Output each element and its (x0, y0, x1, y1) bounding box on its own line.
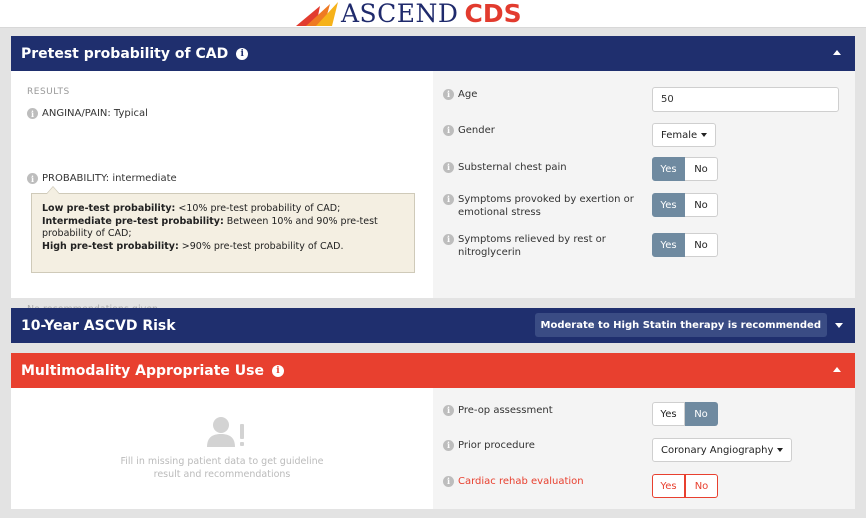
multimodality-panel-body: Fill in missing patient data to get guid… (11, 388, 855, 509)
tooltip-low: Low pre-test probability: <10% pre-test … (42, 203, 341, 214)
ascend-cds-logo: ASCEND CDS (296, 0, 522, 28)
multimodality-inputs: i Pre-op assessment Yes No i Prior proce… (433, 388, 855, 509)
ascvd-title: 10-Year ASCVD Risk (21, 317, 176, 334)
info-icon[interactable]: i (27, 173, 38, 184)
preop-no-button[interactable]: No (685, 402, 718, 426)
tooltip-intermediate: Intermediate pre-test probability: Betwe… (42, 215, 378, 240)
info-icon[interactable]: i (236, 47, 249, 60)
cardiac-rehab-no-button[interactable]: No (685, 474, 718, 498)
preop-label: i Pre-op assessment (443, 404, 643, 417)
cardiac-rehab-toggle: Yes No (652, 474, 718, 498)
info-icon[interactable]: i (443, 194, 454, 205)
logo-cds: CDS (464, 0, 522, 28)
relieved-yes-button[interactable]: Yes (652, 233, 685, 257)
probability-tooltip: Low pre-test probability: <10% pre-test … (31, 186, 415, 273)
exertion-no-button[interactable]: No (685, 193, 718, 217)
prior-procedure-label: i Prior procedure (443, 439, 643, 452)
probability-result: i PROBABILITY: intermediate (27, 173, 177, 184)
user-alert-icon (207, 417, 244, 447)
ascvd-panel-header[interactable]: 10-Year ASCVD Risk Moderate to High Stat… (11, 308, 855, 343)
cardiac-rehab-label: i Cardiac rehab evaluation (443, 475, 643, 488)
pretest-inputs: i Age i Gender Female i Substernal chest… (433, 71, 855, 298)
pretest-panel-header[interactable]: Pretest probability of CAD i (11, 36, 855, 71)
relieved-no-button[interactable]: No (685, 233, 718, 257)
pretest-panel-body: RESULTS i ANGINA/PAIN: Typical i PROBABI… (11, 71, 855, 315)
gender-dropdown[interactable]: Female (652, 123, 717, 147)
info-icon[interactable]: i (271, 364, 284, 377)
angina-result-text: ANGINA/PAIN: Typical (42, 108, 148, 119)
gender-label: i Gender (443, 124, 643, 137)
exertion-toggle: Yes No (652, 193, 718, 217)
preop-toggle: Yes No (652, 402, 718, 426)
chest-pain-yes-button[interactable]: Yes (652, 157, 685, 181)
ascvd-panel: 10-Year ASCVD Risk Moderate to High Stat… (11, 308, 855, 343)
age-input[interactable] (652, 87, 839, 112)
prior-procedure-dropdown[interactable]: Coronary Angiography (652, 438, 793, 462)
tooltip-high: High pre-test probability: >90% pre-test… (42, 240, 344, 252)
pretest-panel: Pretest probability of CAD i RESULTS i A… (11, 36, 855, 315)
info-icon[interactable]: i (443, 89, 454, 100)
multimodality-title: Multimodality Appropriate Use (21, 362, 264, 379)
statin-recommendation-badge: Moderate to High Statin therapy is recom… (534, 313, 827, 337)
info-icon[interactable]: i (443, 476, 454, 487)
chest-pain-no-button[interactable]: No (685, 157, 718, 181)
exertion-yes-button[interactable]: Yes (652, 193, 685, 217)
angina-result: i ANGINA/PAIN: Typical (27, 108, 148, 119)
caret-down-icon (701, 133, 708, 137)
caret-down-icon (777, 448, 784, 452)
chevron-down-icon[interactable] (835, 323, 843, 328)
preop-yes-button[interactable]: Yes (652, 402, 685, 426)
age-label: i Age (443, 88, 643, 101)
info-icon[interactable]: i (443, 125, 454, 136)
cardiac-rehab-yes-button[interactable]: Yes (652, 474, 685, 498)
chest-pain-label: i Substernal chest pain (443, 161, 643, 174)
multimodality-panel-header[interactable]: Multimodality Appropriate Use i (11, 353, 855, 388)
top-bar: ASCEND CDS (0, 0, 866, 28)
info-icon[interactable]: i (443, 405, 454, 416)
wing-logo-icon (296, 2, 338, 26)
relieved-label: i Symptoms relieved by rest or nitroglyc… (443, 233, 643, 259)
probability-result-text: PROBABILITY: intermediate (42, 173, 177, 184)
chevron-up-icon[interactable] (833, 367, 841, 372)
info-icon[interactable]: i (443, 440, 454, 451)
info-icon[interactable]: i (27, 108, 38, 119)
relieved-toggle: Yes No (652, 233, 718, 257)
exertion-label: i Symptoms provoked by exertion or emoti… (443, 193, 643, 219)
chevron-up-icon[interactable] (833, 50, 841, 55)
logo-wordmark: ASCEND (341, 0, 459, 28)
missing-data-message: Fill in missing patient data to get guid… (120, 456, 324, 480)
info-icon[interactable]: i (443, 162, 454, 173)
results-heading: RESULTS (27, 87, 70, 97)
multimodality-panel: Multimodality Appropriate Use i Fill in … (11, 353, 855, 509)
chest-pain-toggle: Yes No (652, 157, 718, 181)
info-icon[interactable]: i (443, 234, 454, 245)
pretest-title: Pretest probability of CAD (21, 45, 229, 62)
